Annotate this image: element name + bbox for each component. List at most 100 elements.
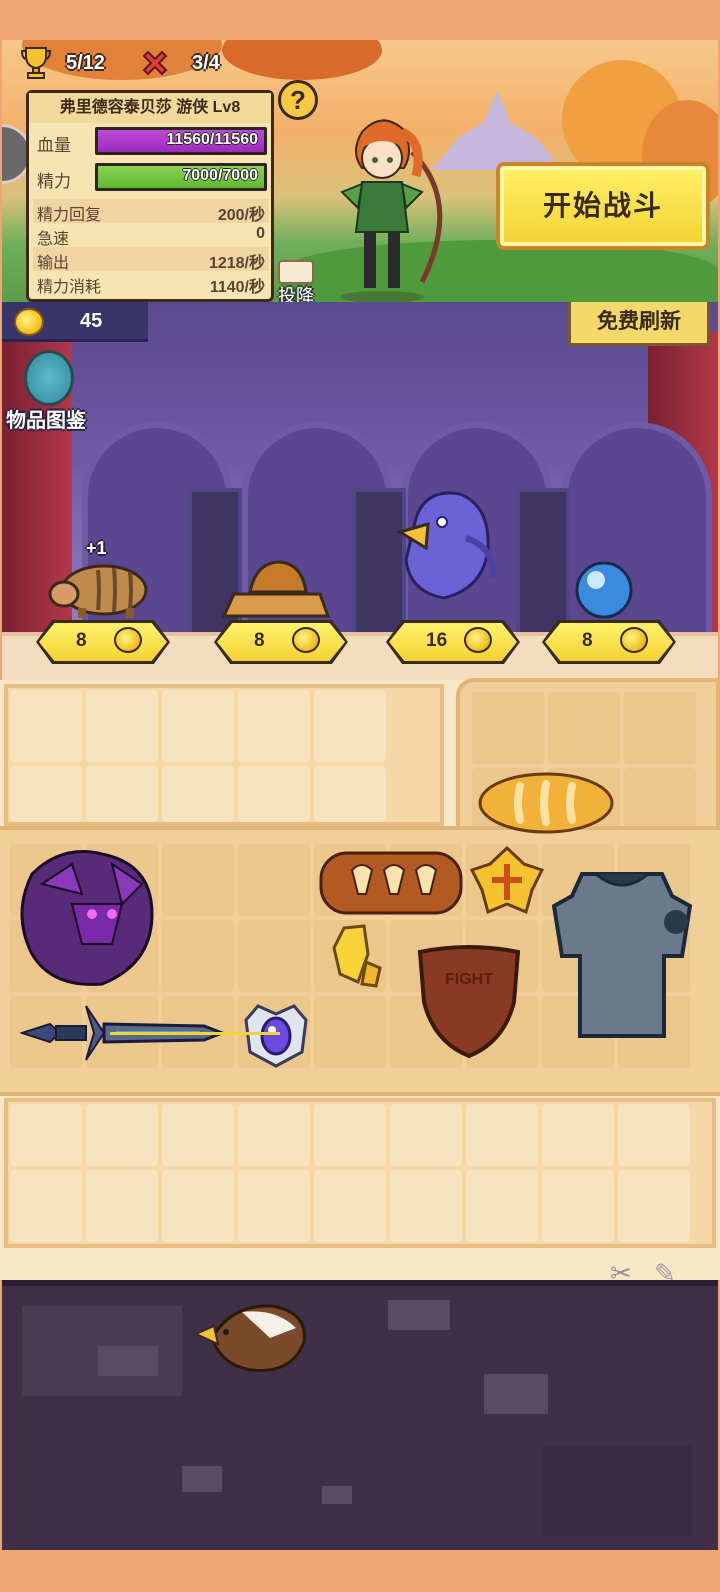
grid-cell[interactable] xyxy=(162,1104,234,1166)
item-bread[interactable] xyxy=(476,770,616,836)
shop-area: 45 免费刷新 物品图鉴 +1 8 8 16 8 xyxy=(2,302,718,680)
stat-row: 精力回复 200/秒 xyxy=(33,199,269,224)
hp-value: 11560/11560 xyxy=(166,131,258,148)
grid-cell[interactable] xyxy=(10,766,82,822)
grid-cell[interactable] xyxy=(314,1170,386,1242)
shop-item-blue-bird[interactable] xyxy=(396,488,500,604)
coin-icon xyxy=(464,627,492,653)
pen-icon[interactable]: ✎ xyxy=(654,1258,676,1289)
item-eye-orb[interactable] xyxy=(240,1000,312,1070)
bag-cell[interactable] xyxy=(624,692,696,764)
item-dragon[interactable] xyxy=(12,844,162,994)
price-tag-fill xyxy=(545,623,673,661)
grid-cell[interactable] xyxy=(618,1104,690,1166)
price-tag[interactable]: 8 xyxy=(214,620,348,664)
shield-text: FIGHT xyxy=(445,971,493,988)
surrender-button[interactable]: 投降 xyxy=(272,260,320,302)
grid-cell[interactable] xyxy=(162,766,234,822)
sp-value: 7000/7000 xyxy=(182,167,258,184)
hp-label: 血量 xyxy=(37,136,71,155)
sp-bar: 7000/7000 xyxy=(95,163,267,191)
grid-cell[interactable] xyxy=(314,766,386,822)
price-tag[interactable]: 16 xyxy=(386,620,520,664)
scissors-icon[interactable]: ✂ xyxy=(610,1258,632,1289)
grid-cell[interactable] xyxy=(86,766,158,822)
bg-tile xyxy=(388,1300,450,1330)
stat-value: 0 xyxy=(256,225,265,242)
item-codex-button[interactable]: 物品图鉴 xyxy=(6,346,102,432)
price-tag-fill xyxy=(217,623,345,661)
grid-cell[interactable] xyxy=(314,1104,386,1166)
bag-cell[interactable] xyxy=(162,920,234,992)
item-gold-emblem[interactable] xyxy=(470,846,544,916)
grid-cell[interactable] xyxy=(10,1104,82,1166)
discard-tools: ✂ ✎ xyxy=(606,1258,686,1288)
grid-cell[interactable] xyxy=(238,690,310,762)
inventory-area: FIGHT xyxy=(0,678,720,1280)
bag-cell[interactable] xyxy=(314,996,386,1068)
synergy-line xyxy=(110,1032,280,1035)
bag-cell[interactable] xyxy=(472,692,544,764)
item-eagle-head[interactable] xyxy=(192,1298,312,1378)
stat-row: 输出 1218/秒 xyxy=(33,247,269,272)
grid-cell[interactable] xyxy=(10,690,82,762)
battle-header: 5/12 3/4 弗里德容泰贝莎 游侠 Lv8 血量 11560/11560 精… xyxy=(2,40,718,302)
trophy-icon xyxy=(20,47,52,79)
bag-cell[interactable] xyxy=(238,920,310,992)
grid-cell[interactable] xyxy=(86,690,158,762)
bg-tile xyxy=(322,1486,352,1504)
bag-cell[interactable] xyxy=(548,692,620,764)
grid-cell[interactable] xyxy=(238,766,310,822)
item-pastry-tray[interactable] xyxy=(318,850,464,916)
item-chain-armor[interactable] xyxy=(552,866,692,1048)
grid-cell[interactable] xyxy=(466,1104,538,1166)
price-tag-fill xyxy=(39,623,167,661)
grid-cell[interactable] xyxy=(466,1170,538,1242)
item-leather-shield[interactable]: FIGHT xyxy=(414,942,524,1058)
grid-cell[interactable] xyxy=(542,1170,614,1242)
free-refresh-button[interactable]: 免费刷新 xyxy=(568,302,710,346)
grid-cell[interactable] xyxy=(314,690,386,762)
stat-value: 1140/秒 xyxy=(209,279,265,296)
grid-cell[interactable] xyxy=(86,1104,158,1166)
shop-item-straw-hat[interactable] xyxy=(220,558,332,622)
grid-cell[interactable] xyxy=(390,1170,462,1242)
shop-item-water-orb[interactable] xyxy=(574,560,634,620)
bag-cell[interactable] xyxy=(162,844,234,916)
red-x-icon xyxy=(142,50,168,76)
codex-label: 物品图鉴 xyxy=(6,410,86,432)
hp-bar: 11560/11560 xyxy=(95,127,267,155)
stat-row: 急速 0 xyxy=(33,223,269,248)
grid-cell[interactable] xyxy=(390,1104,462,1166)
price-value: 8 xyxy=(254,630,265,651)
grid-cell[interactable] xyxy=(542,1104,614,1166)
sp-row: 精力 7000/7000 xyxy=(37,163,269,191)
coin-icon xyxy=(14,308,44,336)
grid-cell[interactable] xyxy=(162,1170,234,1242)
hp-row: 血量 11560/11560 xyxy=(37,127,269,155)
grid-cell[interactable] xyxy=(618,1170,690,1242)
price-value: 8 xyxy=(582,630,593,651)
sp-label: 精力 xyxy=(37,172,71,191)
price-tag[interactable]: 8 xyxy=(542,620,676,664)
stat-label: 精力消耗 xyxy=(37,279,102,296)
coin-icon xyxy=(620,627,648,653)
grid-cell[interactable] xyxy=(86,1170,158,1242)
price-tag-fill xyxy=(389,623,517,661)
bg-tile xyxy=(542,1446,692,1536)
coin-count: 45 xyxy=(80,310,103,332)
bag-cell[interactable] xyxy=(238,844,310,916)
start-battle-button[interactable]: 开始战斗 xyxy=(496,162,710,250)
grid-cell[interactable] xyxy=(238,1170,310,1242)
coin-icon xyxy=(292,627,320,653)
ranger-hero-sprite xyxy=(340,119,443,302)
price-tag[interactable]: 8 xyxy=(36,620,170,664)
grid-cell[interactable] xyxy=(162,690,234,762)
grid-cell[interactable] xyxy=(10,1170,82,1242)
stat-value: 200/秒 xyxy=(217,207,265,224)
bg-tile xyxy=(484,1374,548,1414)
item-yellow-crystal[interactable] xyxy=(328,924,384,992)
grid-cell[interactable] xyxy=(238,1104,310,1166)
coin-display: 45 xyxy=(2,302,148,342)
shop-item-boar[interactable] xyxy=(48,556,152,620)
